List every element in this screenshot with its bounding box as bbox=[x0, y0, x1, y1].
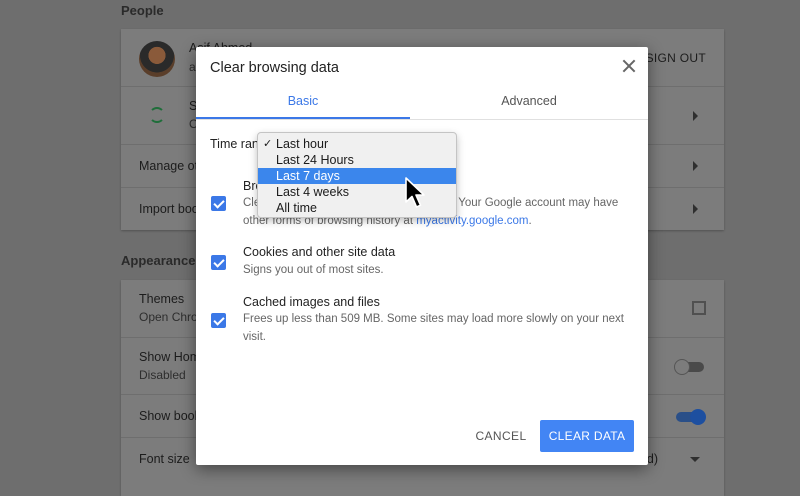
import-label: Import boo bbox=[139, 202, 199, 216]
menu-item-label: Last hour bbox=[276, 137, 329, 151]
clear-data-button[interactable]: CLEAR DATA bbox=[540, 420, 634, 452]
menu-item-last-7-days[interactable]: Last 7 days bbox=[258, 168, 456, 184]
cookies-title: Cookies and other site data bbox=[243, 245, 396, 259]
cookies-checkbox[interactable] bbox=[211, 255, 226, 270]
avatar bbox=[139, 41, 175, 77]
external-link-icon[interactable] bbox=[692, 301, 706, 315]
sign-out-button[interactable]: SIGN OUT bbox=[646, 51, 706, 65]
menu-item-label: Last 7 days bbox=[276, 169, 340, 183]
themes-sub: Open Chron bbox=[139, 310, 205, 324]
menu-item-all-time[interactable]: All time bbox=[258, 200, 456, 216]
cancel-button[interactable]: CANCEL bbox=[466, 420, 536, 452]
menu-item-label: Last 24 Hours bbox=[276, 153, 354, 167]
tab-basic[interactable]: Basic bbox=[196, 89, 410, 119]
chevron-right-icon bbox=[693, 161, 698, 171]
account-email: a bbox=[189, 60, 196, 74]
browsing-history-desc-suffix: . bbox=[528, 215, 532, 227]
font-size-label: Font size bbox=[139, 452, 190, 466]
menu-item-last-24-hours[interactable]: Last 24 Hours bbox=[258, 152, 456, 168]
time-range-dropdown-menu: ✓ Last hour Last 24 Hours Last 7 days La… bbox=[257, 132, 457, 218]
menu-item-last-hour[interactable]: ✓ Last hour bbox=[258, 136, 456, 152]
cached-images-checkbox[interactable] bbox=[211, 313, 226, 328]
font-size-value[interactable]: d) bbox=[647, 452, 658, 466]
show-home-sub: Disabled bbox=[139, 368, 186, 382]
cached-images-title: Cached images and files bbox=[243, 295, 380, 309]
mouse-pointer-icon bbox=[405, 177, 425, 208]
caret-down-icon[interactable] bbox=[690, 457, 700, 462]
show-home-label: Show Hom bbox=[139, 350, 201, 364]
show-bookmarks-label: Show book bbox=[139, 409, 201, 423]
browsing-history-checkbox[interactable] bbox=[211, 196, 226, 211]
section-title-appearance: Appearance bbox=[121, 253, 196, 268]
cached-images-desc: Frees up less than 509 MB. Some sites ma… bbox=[243, 313, 624, 343]
show-bookmarks-toggle[interactable] bbox=[676, 409, 706, 425]
check-icon: ✓ bbox=[263, 138, 273, 150]
section-title-people: People bbox=[121, 3, 164, 18]
tab-divider bbox=[196, 119, 648, 120]
tab-advanced[interactable]: Advanced bbox=[410, 89, 648, 119]
sync-icon bbox=[149, 107, 165, 123]
clear-browsing-data-dialog: Clear browsing data Basic Advanced Time … bbox=[196, 47, 648, 465]
menu-item-label: All time bbox=[276, 201, 317, 215]
menu-item-label: Last 4 weeks bbox=[276, 185, 349, 199]
themes-label: Themes bbox=[139, 292, 185, 306]
show-home-toggle[interactable] bbox=[674, 359, 704, 375]
menu-item-last-4-weeks[interactable]: Last 4 weeks bbox=[258, 184, 456, 200]
close-icon[interactable] bbox=[622, 59, 636, 73]
dialog-title: Clear browsing data bbox=[210, 60, 339, 76]
chevron-right-icon bbox=[693, 204, 698, 214]
cookies-desc: Signs you out of most sites. bbox=[243, 264, 384, 276]
chevron-right-icon bbox=[693, 111, 698, 121]
browsing-history-desc-mid: Your Google account may have bbox=[458, 197, 619, 209]
